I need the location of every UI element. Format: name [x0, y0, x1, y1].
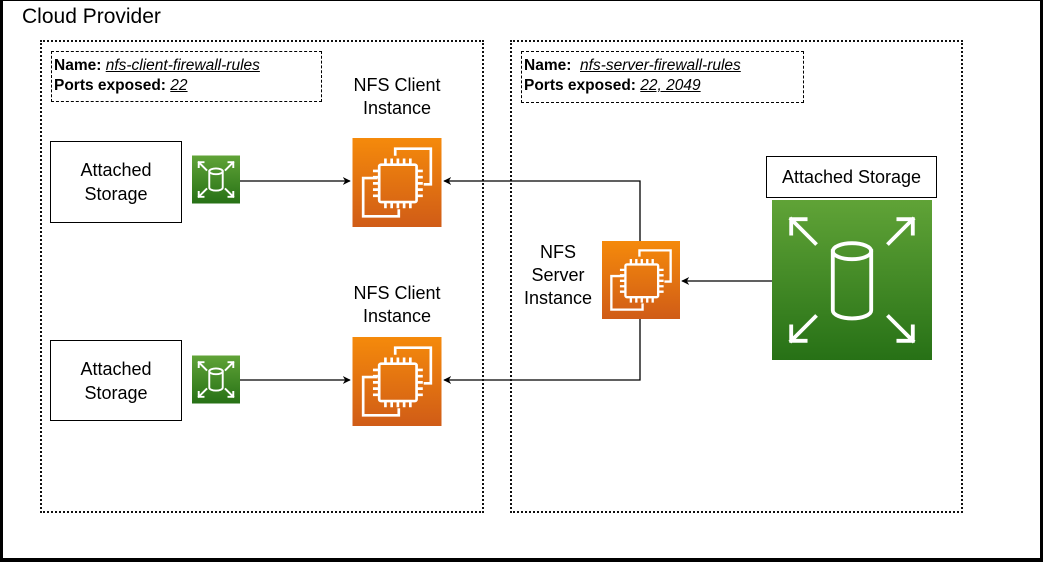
server-attached-storage-label-box[interactable]: Attached Storage — [766, 156, 937, 198]
nfs-server-label-line3: Instance — [523, 288, 593, 308]
server-firewall-name-value: nfs-server-firewall-rules — [580, 57, 741, 74]
client-2-storage-label-line2: Storage — [84, 382, 148, 403]
client-2-instance-label-line2: Instance — [362, 306, 432, 326]
elastic-block-store-icon[interactable] — [772, 200, 932, 360]
server-firewall-ports-row: Ports exposed: 22, 2049 — [524, 76, 803, 96]
client-1-storage-label-line2: Storage — [84, 184, 148, 204]
client-2-instance-label: NFS Client Instance — [337, 282, 457, 328]
client-firewall-ports-value: 22 — [170, 77, 188, 94]
client-1-instance-label-line1: NFS Client — [353, 75, 441, 95]
client-firewall-name-row: Name: nfs-client-firewall-rules — [54, 56, 321, 76]
client-2-instance-label-line1: NFS Client — [353, 283, 441, 303]
elastic-block-store-icon[interactable] — [192, 155, 240, 204]
server-firewall-ports-value: 22, 2049 — [640, 77, 701, 94]
nfs-server-label-line1: NFS — [540, 242, 576, 262]
client-1-storage-label-line1: Attached — [80, 160, 152, 180]
elastic-block-store-icon[interactable] — [192, 355, 240, 404]
nfs-server-label-line2: Server — [531, 265, 585, 285]
cloud-provider-title: Cloud Provider — [22, 5, 161, 28]
client-firewall-name-label: Name: — [54, 57, 102, 74]
client-2-attached-storage-box[interactable]: Attached Storage — [50, 340, 182, 421]
ec2-instance-icon[interactable] — [602, 241, 680, 319]
ec2-instance-icon[interactable] — [352, 337, 442, 426]
server-firewall-name-label: Name: — [524, 57, 572, 74]
client-1-instance-label-line2: Instance — [362, 98, 432, 118]
server-storage-label: Attached Storage — [781, 167, 922, 187]
client-firewall-name-value: nfs-client-firewall-rules — [105, 57, 260, 74]
server-firewall-ports-label: Ports exposed: — [524, 77, 636, 94]
client-firewall-ports-row: Ports exposed: 22 — [54, 76, 321, 96]
ec2-instance-icon[interactable] — [352, 138, 442, 227]
client-1-attached-storage-box[interactable]: Attached Storage — [50, 141, 182, 223]
server-firewall-name-row: Name: nfs-server-firewall-rules — [524, 56, 803, 76]
client-2-storage-label-line1: Attached — [80, 358, 152, 379]
client-1-instance-label: NFS Client Instance — [337, 74, 457, 120]
client-firewall-info: Name: nfs-client-firewall-rules Ports ex… — [51, 51, 322, 102]
server-firewall-info: Name: nfs-server-firewall-rules Ports ex… — [521, 51, 804, 103]
nfs-server-label: NFS Server Instance — [518, 241, 598, 310]
client-firewall-ports-label: Ports exposed: — [54, 77, 166, 94]
